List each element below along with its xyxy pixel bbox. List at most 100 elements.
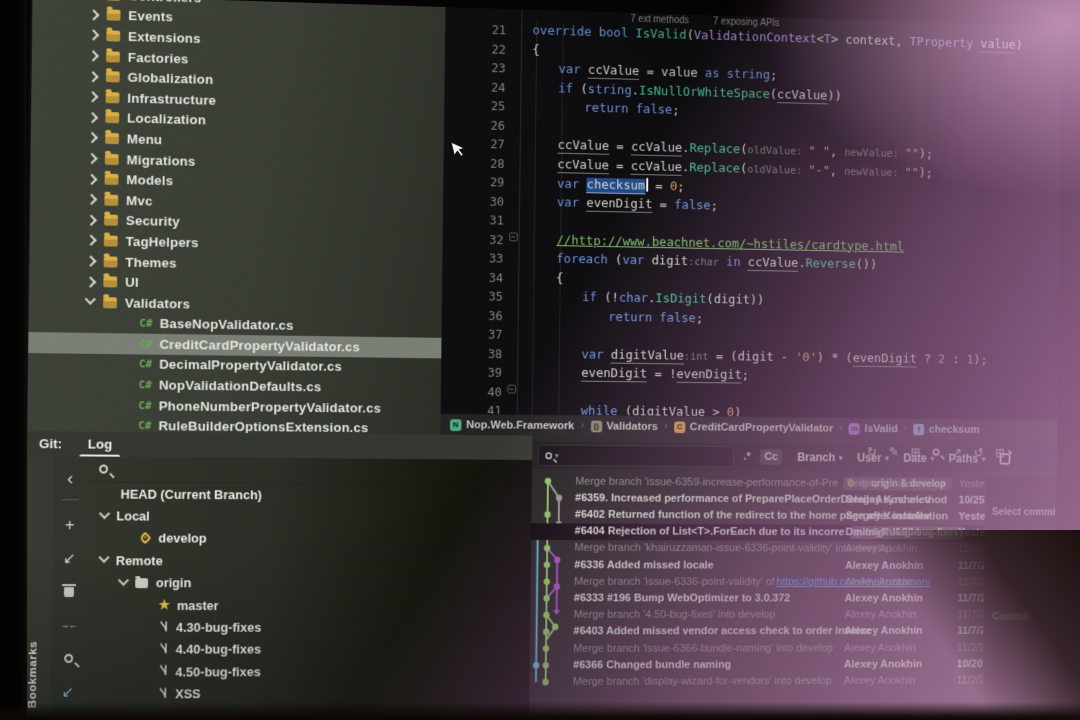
line-number: 24 [467, 79, 505, 95]
branch-item-remote[interactable]: Remote [86, 549, 531, 572]
breadcrumb-item-nop.web.framework[interactable]: NNop.Web.Framework [450, 419, 574, 432]
chevron-right-icon[interactable] [87, 91, 98, 102]
line-number: 36 [465, 307, 503, 322]
plus-icon[interactable]: + [53, 508, 87, 541]
breadcrumb-separator: › [839, 423, 842, 434]
chevron-right-icon[interactable] [86, 173, 97, 184]
code-vision-hint[interactable]: 7 exposing APIs [713, 16, 779, 29]
chevron-right-icon[interactable] [87, 71, 98, 82]
commit-row[interactable]: #6366 Changed bundle namingAlexey Anokhi… [530, 656, 983, 674]
commit-author: Sergey Koshelev [846, 510, 955, 522]
branch-item-head-current-branch-[interactable]: HEAD (Current Branch) [87, 482, 532, 507]
filter-branch[interactable]: Branch▾ [797, 451, 842, 465]
trash-icon[interactable] [52, 575, 86, 608]
branch-item-master[interactable]: ★master [86, 594, 531, 616]
search-icon[interactable] [932, 445, 940, 460]
chevron-right-icon[interactable] [88, 50, 99, 61]
tree-item-label: Globalization [127, 70, 213, 87]
breadcrumb-item-creditcardpropertyvalidator[interactable]: CCreditCardPropertyValidator [674, 421, 833, 434]
search-icon[interactable] [51, 642, 85, 675]
branch-search[interactable] [87, 456, 532, 485]
commit-author: Alexey Anokhin [845, 593, 954, 605]
fold-marker-icon[interactable]: − [507, 384, 516, 393]
commit-row[interactable]: #6402 Returned function of the redirect … [531, 506, 984, 525]
commit-row[interactable]: #6403 Added missed vendor access check t… [530, 623, 983, 640]
branch-item-4-40-bug-fixes[interactable]: 4.40-bug-fixes [85, 638, 530, 661]
collapse-icon[interactable]: →← [52, 609, 86, 642]
line-number: 32 [465, 231, 503, 246]
tree-item-label: NopValidationDefaults.cs [159, 378, 322, 395]
status-utf-8[interactable]: UTF-8 [995, 713, 1018, 720]
chevron-right-icon[interactable] [85, 235, 96, 246]
status-28-25[interactable]: 28:25 [915, 713, 940, 720]
chevron-right-icon[interactable] [86, 194, 97, 205]
breadcrumb-label: IsValid [864, 423, 897, 435]
tab-log[interactable]: Log [84, 434, 117, 455]
branch-item-4-30-bug-fixes[interactable]: 4.30-bug-fixes [85, 616, 530, 638]
chevron-right-icon[interactable] [86, 153, 97, 164]
commit-tool-button[interactable]: Commit [992, 611, 1029, 622]
csharp-file-icon: C# [139, 378, 153, 391]
branch-item-xss[interactable]: XSS [84, 682, 529, 706]
breadcrumb-item-isvalid[interactable]: mIsValid [849, 423, 898, 435]
ide-window: ControllersEventsExtensionsFactoriesGlob… [21, 0, 1062, 720]
navigate-icon[interactable]: ↗ [952, 445, 962, 460]
chevron-down-icon[interactable] [118, 574, 129, 585]
csharp-file-icon: C# [139, 337, 153, 350]
bookmarks-tool-button[interactable]: Bookmarks [27, 641, 40, 708]
commit-row[interactable]: #6404 Rejection of List<T>.ForEach due t… [531, 523, 984, 541]
framework-icon: N [450, 419, 462, 431]
commit-row[interactable]: #6336 Added missed localeAlexey Anokhin1… [531, 556, 984, 574]
status-crlf[interactable]: CRLF [955, 713, 981, 720]
fold-marker-icon[interactable]: − [509, 232, 518, 241]
commit-row[interactable]: Merge branch 'display-wizard-for-vendors… [529, 672, 982, 690]
chevron-right-icon[interactable] [87, 132, 98, 143]
breadcrumb-item-checksum[interactable]: fchecksum [913, 423, 979, 435]
arrow-down-left-icon[interactable]: ↙ [52, 542, 86, 575]
commit-row[interactable]: #6333 #196 Bump WebOptimizer to 3.0.372A… [530, 590, 983, 607]
grid-icon[interactable]: ⊞ [910, 445, 920, 460]
commit-row[interactable]: Merge branch 'issue-6336-point-validity'… [531, 573, 984, 590]
branch-item-origin[interactable]: origin [86, 572, 531, 595]
chevron-right-icon[interactable] [88, 30, 99, 41]
rollback-icon[interactable]: ↺ [974, 445, 984, 460]
line-number: 21 [468, 21, 506, 37]
code-vision-hint[interactable]: 7 ext methods [630, 14, 689, 26]
folder-icon [135, 578, 148, 588]
commit-row[interactable]: Merge branch '4.50-bug-fixes' into devel… [530, 607, 983, 624]
commit-date: 11/7/22, 11:21 [957, 593, 985, 604]
chevron-down-icon[interactable] [99, 508, 110, 519]
grid2-icon[interactable]: ⊞ [995, 446, 1005, 461]
commit-row[interactable]: Merge branch 'khairuzzaman-issue-6336-po… [531, 540, 984, 558]
chevron-right-icon[interactable] [88, 9, 99, 20]
code-text: return false; [584, 101, 679, 118]
paint-icon[interactable]: ✎ [889, 445, 899, 460]
chevron-down-icon[interactable] [98, 552, 109, 563]
code-editor[interactable]: 7 ext methods7 exposing APIs 21override … [441, 7, 1062, 419]
regex-toggle[interactable]: .* [743, 451, 750, 463]
branch-item-develop[interactable]: develop [86, 527, 531, 551]
status-4-spaces[interactable]: 4 spaces [1032, 712, 1063, 720]
commit-details-pane: Select commit to Commit [984, 476, 1057, 719]
chevron-right-icon[interactable] [85, 256, 96, 267]
chevron-down-icon[interactable] [85, 294, 96, 305]
code-text: { [532, 42, 540, 57]
branch-item-local[interactable]: Local [87, 505, 532, 529]
commit-author: Alexey Anokhin [845, 560, 954, 572]
chevron-right-icon[interactable] [86, 214, 97, 225]
commit-author: DmitriyKulagin [845, 527, 954, 539]
branch-item-4-50-bug-fixes[interactable]: 4.50-bug-fixes [85, 660, 530, 683]
chevron-right-icon[interactable] [85, 276, 96, 287]
commit-author: Alexey Anokhin [844, 609, 953, 621]
arrow-down-left-blue-icon[interactable]: ↙ [51, 675, 85, 708]
commit-date: 11/7/22, 13:02 [958, 576, 985, 588]
match-case-toggle[interactable]: Cc [760, 449, 783, 465]
refresh-icon[interactable]: ↻ [867, 444, 877, 459]
commit-row[interactable]: Merge branch 'issue-6366-bundle-naming' … [530, 640, 983, 657]
breadcrumb-item-validators[interactable]: {}Validators [590, 420, 657, 432]
chevron-left-icon[interactable]: ‹ [53, 462, 87, 496]
line-number: 27 [467, 136, 505, 152]
chevron-right-icon[interactable] [87, 112, 98, 123]
commit-search-input[interactable]: ▾ [538, 444, 735, 467]
log-filter-toolbar: ▾ .* Cc Branch▾User▾Date▾Paths▾ ↻✎⊞↗↺⊞ [532, 441, 1057, 472]
